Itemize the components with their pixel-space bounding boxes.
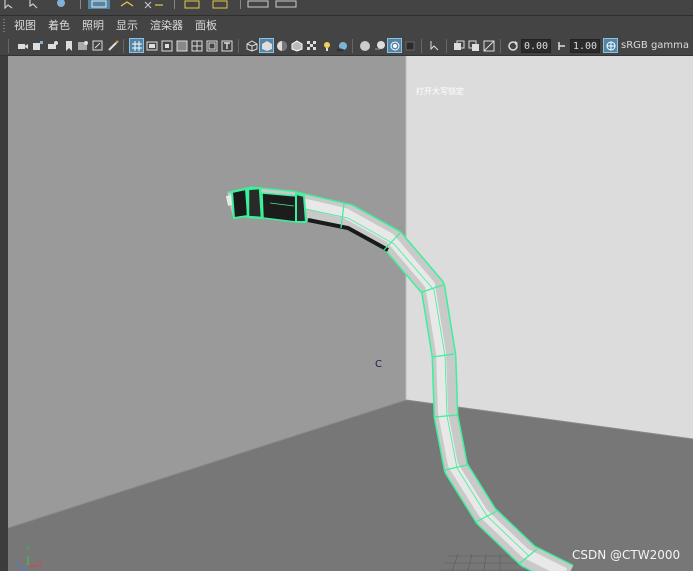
shadows-icon[interactable] bbox=[335, 39, 348, 52]
image-plane-icon[interactable] bbox=[76, 39, 89, 52]
safe-action-icon[interactable] bbox=[205, 39, 218, 52]
resolution-gate-icon[interactable] bbox=[160, 39, 173, 52]
menu-panels[interactable]: 面板 bbox=[195, 16, 217, 36]
camera-icon[interactable] bbox=[16, 39, 29, 52]
top-toolbar-strip bbox=[0, 0, 693, 16]
backface-culling-icon[interactable] bbox=[482, 39, 495, 52]
menu-view[interactable]: 视图 bbox=[14, 16, 36, 36]
grid-icon[interactable] bbox=[129, 38, 144, 53]
snap-point-icon[interactable] bbox=[142, 0, 166, 9]
color-management-icon[interactable] bbox=[603, 38, 618, 53]
menu-renderer[interactable]: 渲染器 bbox=[150, 16, 183, 36]
select-tool-icon[interactable] bbox=[2, 0, 18, 9]
panel-toolbar: 0.00 1.00 sRGB gamma bbox=[0, 36, 693, 56]
ambient-occlusion-icon[interactable] bbox=[358, 39, 371, 52]
gamma-reset-icon[interactable] bbox=[555, 39, 568, 52]
snap-view-icon[interactable] bbox=[182, 0, 204, 9]
2d-pan-zoom-icon[interactable] bbox=[91, 39, 104, 52]
snap-curve-icon[interactable] bbox=[118, 0, 136, 9]
watermark: CSDN @CTW2000 bbox=[572, 548, 681, 562]
caps-lock-hint: 打开大写锁定 bbox=[416, 87, 464, 96]
lights-icon[interactable] bbox=[320, 39, 333, 52]
gamma-field[interactable]: 1.00 bbox=[570, 39, 600, 53]
menu-shading[interactable]: 着色 bbox=[48, 16, 70, 36]
lasso-tool-icon[interactable] bbox=[28, 0, 42, 9]
field-chart-icon[interactable] bbox=[190, 39, 203, 52]
default-material-icon[interactable] bbox=[275, 39, 288, 52]
exposure-reset-icon[interactable] bbox=[506, 39, 519, 52]
toolbar-grip bbox=[8, 39, 9, 53]
render-icon[interactable] bbox=[274, 0, 298, 9]
axis-label-y: Y bbox=[26, 546, 30, 553]
gate-mask-icon[interactable] bbox=[175, 39, 188, 52]
snap-live-icon[interactable] bbox=[210, 0, 232, 9]
depth-of-field-icon[interactable] bbox=[403, 39, 416, 52]
motion-blur-icon[interactable] bbox=[373, 39, 386, 52]
paint-tool-icon[interactable] bbox=[54, 0, 68, 9]
history-icon[interactable] bbox=[246, 0, 270, 9]
isolate-select-icon[interactable] bbox=[428, 39, 441, 52]
textured-icon[interactable] bbox=[305, 39, 318, 52]
xray-icon[interactable] bbox=[452, 39, 465, 52]
center-marker: C bbox=[375, 359, 382, 370]
xray-joints-icon[interactable] bbox=[467, 39, 480, 52]
film-gate-icon[interactable] bbox=[145, 39, 158, 52]
viewport-scene bbox=[8, 56, 693, 571]
wireframe-icon[interactable] bbox=[245, 39, 258, 52]
panel-menubar: 视图 着色 照明 显示 渲染器 面板 bbox=[0, 16, 693, 36]
snap-grid-icon[interactable] bbox=[88, 0, 110, 9]
menu-show[interactable]: 显示 bbox=[116, 16, 138, 36]
menubar-grip[interactable] bbox=[3, 19, 5, 33]
3d-viewport[interactable]: 打开大写锁定 C Y X Z bbox=[8, 56, 693, 571]
color-space-label[interactable]: sRGB gamma bbox=[621, 39, 689, 53]
exposure-field[interactable]: 0.00 bbox=[521, 39, 551, 53]
axis-label-x: X bbox=[38, 561, 43, 568]
panel-left-edge bbox=[0, 56, 8, 571]
shaded-wireframe-icon[interactable] bbox=[290, 39, 303, 52]
axis-label-z: Z bbox=[16, 562, 21, 569]
camera-attributes-icon[interactable] bbox=[31, 39, 44, 52]
menu-lighting[interactable]: 照明 bbox=[82, 16, 104, 36]
anti-aliasing-icon[interactable] bbox=[387, 38, 402, 53]
bookmark-icon[interactable] bbox=[62, 39, 75, 52]
smooth-shade-icon[interactable] bbox=[259, 38, 274, 53]
bookmark-camera-icon[interactable] bbox=[46, 39, 59, 52]
grease-pencil-icon[interactable] bbox=[106, 39, 119, 52]
safe-title-icon[interactable] bbox=[220, 39, 233, 52]
